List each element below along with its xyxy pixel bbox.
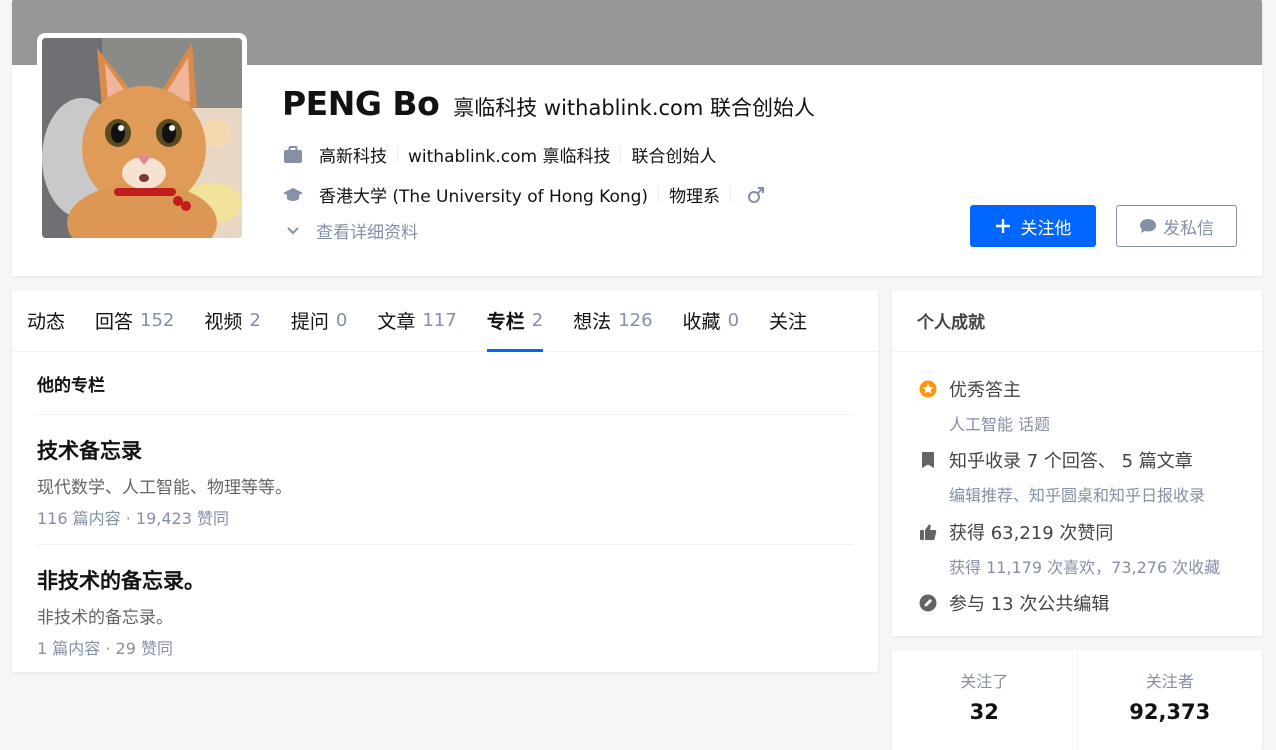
achievement-item: 知乎收录 7 个回答、 5 篇文章 编辑推荐、知乎圆桌和知乎日报收录	[917, 447, 1205, 506]
achievements-title: 个人成就	[892, 290, 1262, 352]
message-button[interactable]: 发私信	[1116, 205, 1237, 247]
column-meta: 116 篇内容 · 19,423 赞同	[37, 509, 229, 528]
followers-count: 92,373	[1129, 700, 1211, 724]
user-name: PENG Bo	[282, 84, 440, 123]
tab-count: 117	[422, 310, 457, 331]
tab-label: 关注	[769, 311, 808, 333]
column-meta: 1 篇内容 · 29 赞同	[37, 639, 173, 658]
tab-answers[interactable]: 回答 152	[95, 290, 174, 351]
profile-header: PENG Bo 禀临科技 withablink.com 联合创始人 高新科技 w…	[12, 0, 1262, 276]
achievement-item: 获得 63,219 次赞同 获得 11,179 次喜欢，73,276 次收藏	[917, 519, 1220, 578]
tab-label: 想法	[573, 311, 612, 333]
followers-label: 关注者	[1145, 672, 1194, 691]
column-item[interactable]: 非技术的备忘录。 非技术的备忘录。 1 篇内容 · 29 赞同	[37, 544, 853, 674]
achievement-item: 优秀答主 人工智能 话题	[917, 376, 1050, 435]
view-details-label: 查看详细资料	[316, 223, 418, 243]
divider	[658, 186, 660, 203]
column-title[interactable]: 非技术的备忘录。	[37, 565, 853, 595]
school: 香港大学 (The University of Hong Kong)	[319, 187, 649, 207]
achievement-sub[interactable]: 人工智能 话题	[949, 411, 1050, 435]
tab-columns[interactable]: 专栏 2	[486, 290, 544, 352]
tab-label: 视频	[204, 311, 243, 333]
tab-videos[interactable]: 视频 2	[204, 290, 260, 351]
column-description: 现代数学、人工智能、物理等等。	[37, 478, 292, 498]
divider	[397, 146, 398, 163]
view-details-link[interactable]: 查看详细资料	[282, 218, 418, 243]
male-icon	[747, 186, 765, 204]
section-title: 他的专栏	[37, 375, 105, 396]
tab-label: 回答	[95, 311, 134, 333]
chevron-down-icon	[282, 220, 304, 242]
graduation-cap-icon	[282, 184, 304, 206]
achievement-main: 参与 13 次公共编辑	[949, 594, 1110, 615]
achievement-sub: 编辑推荐、知乎圆桌和知乎日报收录	[949, 486, 1206, 505]
tab-pins[interactable]: 想法 126	[573, 290, 652, 351]
tab-count: 152	[140, 310, 175, 331]
tab-collections[interactable]: 收藏 0	[683, 290, 739, 351]
profile-main: 动态 回答 152 视频 2 提问 0 文章 117 专栏 2 想法 126 收藏 0 关注 …	[12, 290, 878, 672]
tab-activities[interactable]: 动态	[27, 290, 65, 351]
tab-count: 0	[727, 310, 740, 331]
tab-articles[interactable]: 文章 117	[377, 290, 456, 351]
achievements-card: 个人成就 优秀答主 人工智能 话题 知乎收录 7 个回答、 5 篇文章 编辑推荐…	[892, 290, 1262, 636]
company: withablink.com 禀临科技	[408, 147, 611, 167]
follow-label: 关注他	[1020, 218, 1072, 239]
achievement-sub: 获得 11,179 次喜欢，73,276 次收藏	[949, 558, 1221, 577]
job-title: 联合创始人	[631, 147, 717, 167]
education-info: 香港大学 (The University of Hong Kong) 物理系	[282, 182, 765, 207]
name-line: PENG Bo 禀临科技 withablink.com 联合创始人	[282, 84, 815, 123]
column-item[interactable]: 技术备忘录 现代数学、人工智能、物理等等。 116 篇内容 · 19,423 赞…	[37, 414, 853, 544]
achievement-main: 优秀答主	[949, 380, 1021, 401]
department: 物理系	[669, 187, 721, 207]
follow-button[interactable]: 关注他	[970, 205, 1096, 247]
column-title[interactable]: 技术备忘录	[37, 435, 853, 465]
divider	[620, 146, 622, 163]
plus-icon	[995, 218, 1011, 234]
bookmark-icon	[917, 449, 939, 471]
tab-label: 专栏	[486, 311, 525, 333]
tab-count: 0	[335, 310, 348, 331]
tab-following[interactable]: 关注	[769, 290, 807, 351]
followers-stat[interactable]: 关注者 92,373	[1076, 650, 1263, 750]
tab-label: 文章	[377, 311, 416, 333]
excellent-answerer-icon	[917, 378, 939, 400]
following-count: 32	[969, 700, 999, 724]
profile-tabs: 动态 回答 152 视频 2 提问 0 文章 117 专栏 2 想法 126 收藏 0 关注	[12, 290, 878, 352]
tab-questions[interactable]: 提问 0	[291, 290, 347, 351]
user-headline: 禀临科技 withablink.com 联合创始人	[453, 96, 816, 120]
achievement-main: 获得 63,219 次赞同	[949, 523, 1114, 544]
avatar[interactable]	[37, 33, 247, 243]
column-list: 技术备忘录 现代数学、人工智能、物理等等。 116 篇内容 · 19,423 赞…	[12, 414, 878, 674]
tab-count: 2	[249, 310, 261, 331]
briefcase-icon	[282, 144, 304, 166]
industry: 高新科技	[319, 147, 387, 167]
tab-label: 提问	[290, 311, 329, 333]
tab-label: 收藏	[682, 311, 721, 333]
tab-count: 126	[618, 310, 653, 331]
tab-count: 2	[531, 310, 544, 331]
cat-avatar-image	[42, 38, 242, 238]
divider	[730, 186, 732, 203]
tab-label: 动态	[27, 311, 66, 333]
message-label: 发私信	[1163, 218, 1214, 239]
work-info: 高新科技 withablink.com 禀临科技 联合创始人	[282, 142, 716, 167]
achievement-main: 知乎收录 7 个回答、 5 篇文章	[949, 451, 1193, 472]
thumbs-up-icon	[917, 521, 939, 543]
column-description: 非技术的备忘录。	[37, 608, 173, 628]
achievement-item: 参与 13 次公共编辑	[917, 590, 1109, 616]
chat-bubble-icon	[1139, 218, 1157, 234]
following-label: 关注了	[960, 672, 1009, 691]
follow-stats-card: 关注了 32 关注者 92,373	[892, 650, 1262, 750]
edit-icon	[917, 592, 939, 614]
following-stat[interactable]: 关注了 32	[892, 650, 1077, 750]
